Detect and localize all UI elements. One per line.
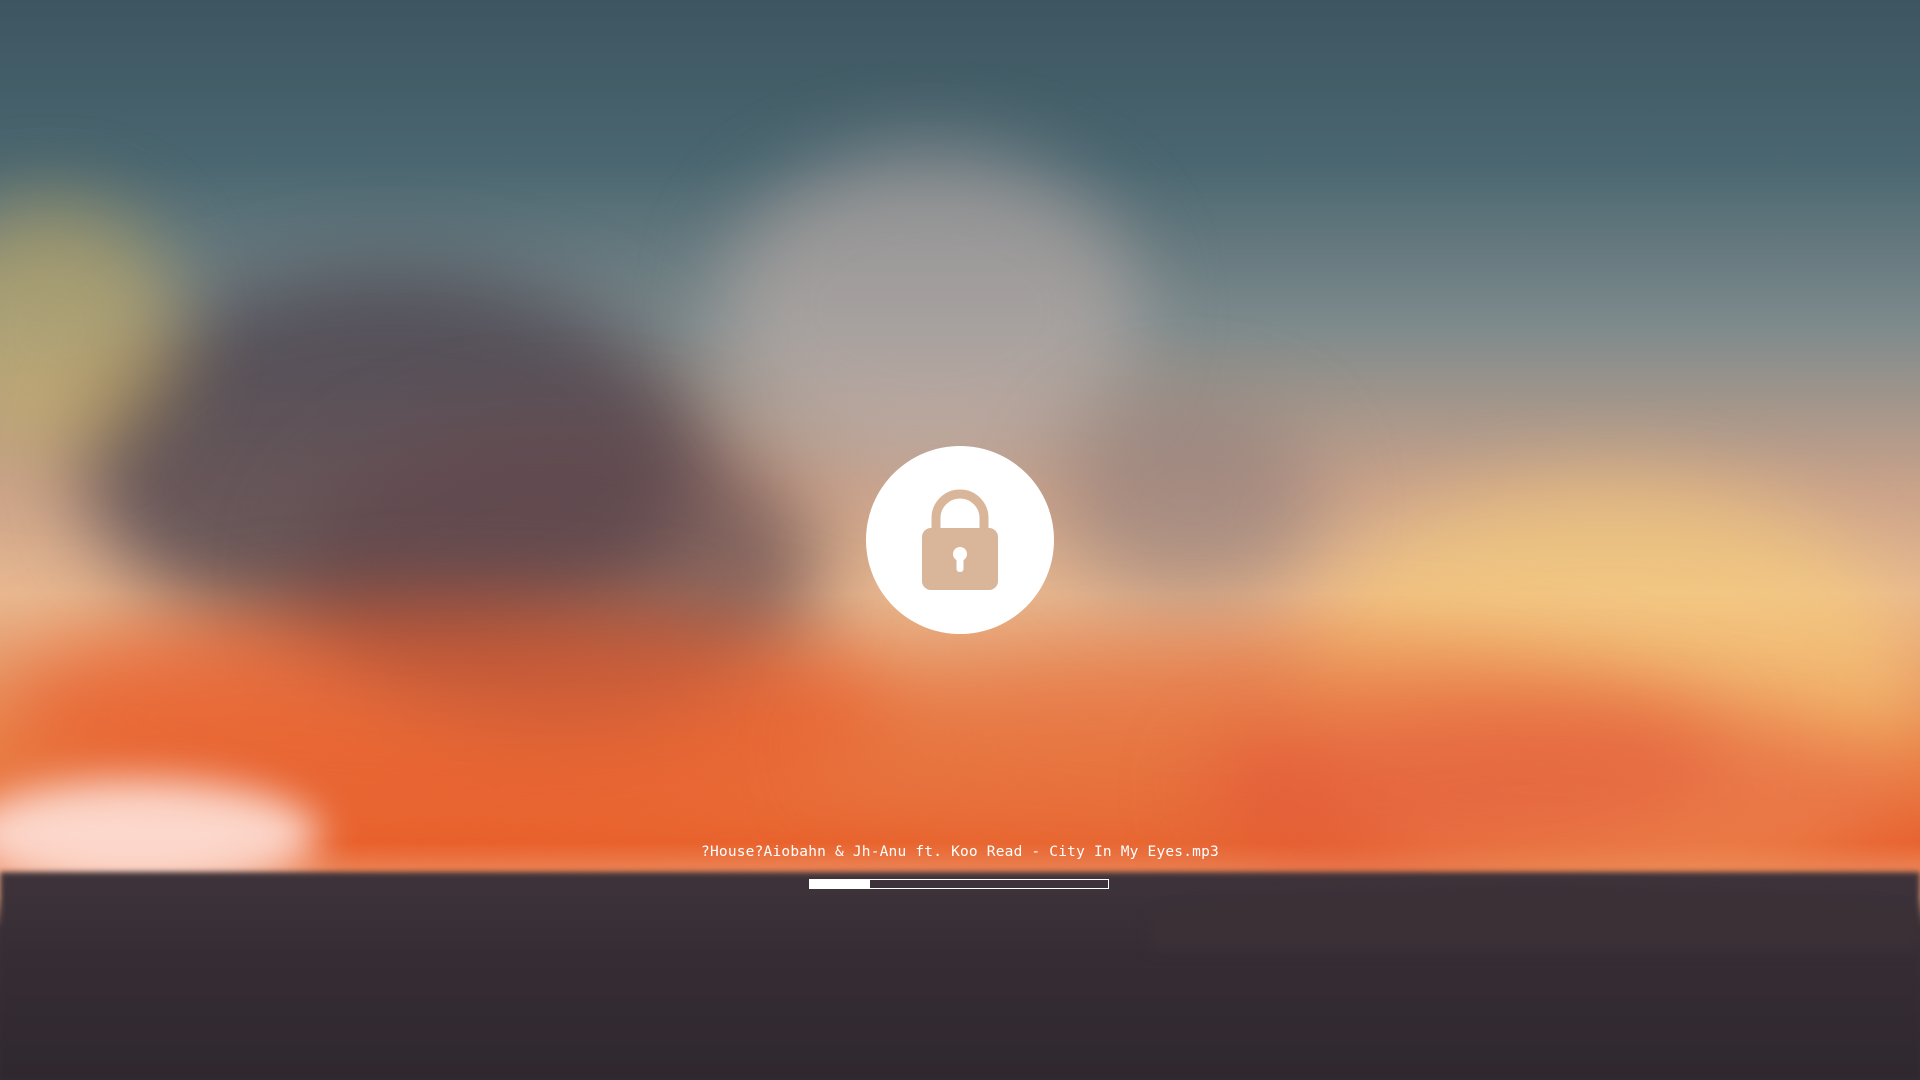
- wallpaper-cloud-dark: [1060, 400, 1320, 600]
- padlock-icon: [920, 488, 1000, 592]
- lock-button[interactable]: [866, 446, 1054, 634]
- wallpaper-cloud-light: [720, 150, 1140, 470]
- now-playing-title: ?House?Aiobahn & Jh-Anu ft. Koo Read - C…: [701, 844, 1219, 860]
- playback-progress-bar[interactable]: [809, 879, 1109, 889]
- playback-progress-fill: [810, 880, 870, 888]
- wallpaper-ground-ridge: [1150, 890, 1920, 950]
